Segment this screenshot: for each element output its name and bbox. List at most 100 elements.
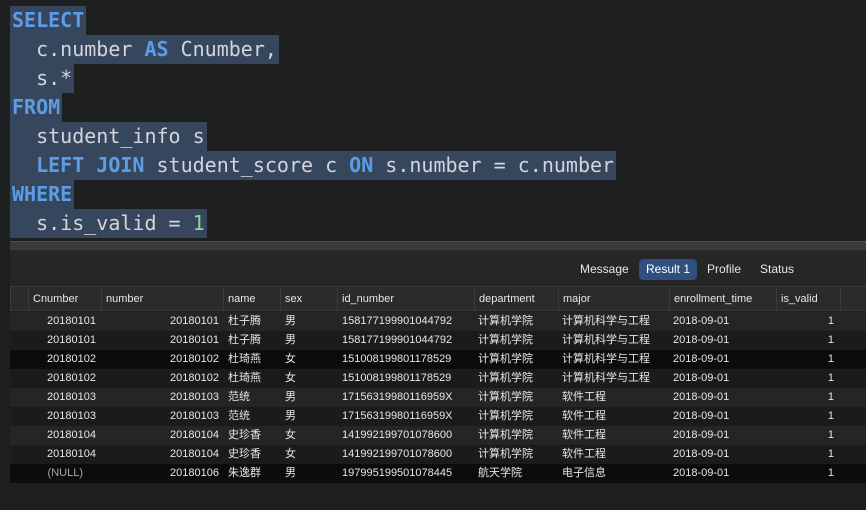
table-cell-number[interactable]: 20180102 — [101, 350, 223, 369]
column-header-major[interactable]: major — [558, 287, 669, 311]
table-cell-department[interactable]: 计算机学院 — [474, 331, 558, 350]
table-cell-department[interactable]: 计算机学院 — [474, 350, 558, 369]
table-cell-cnumber[interactable]: 20180104 — [28, 445, 101, 464]
table-cell-cnumber[interactable]: 20180104 — [28, 426, 101, 445]
table-cell-sex[interactable]: 男 — [280, 388, 337, 407]
table-cell-id-number[interactable]: 141992199701078600 — [337, 445, 474, 464]
table-cell-name[interactable]: 杜琦燕 — [223, 350, 280, 369]
table-cell-name[interactable]: 史珍香 — [223, 445, 280, 464]
table-cell-is-valid[interactable]: 1 — [776, 369, 840, 388]
table-cell-name[interactable]: 杜子腾 — [223, 331, 280, 350]
table-row[interactable]: 20180102 20180102 杜琦燕女 151008199801178529 计算… — [10, 350, 866, 369]
table-cell-sex[interactable]: 女 — [280, 445, 337, 464]
table-cell-number[interactable]: 20180106 — [101, 464, 223, 483]
code-line[interactable]: LEFT JOIN student_score c ON s.number = … — [10, 151, 617, 180]
table-cell-id-number[interactable]: 151008199801178529 — [337, 369, 474, 388]
table-cell-is-valid[interactable]: 1 — [776, 407, 840, 426]
column-header-enrollment-time[interactable]: enrollment_time — [669, 287, 776, 311]
table-cell-is-valid[interactable]: 1 — [776, 388, 840, 407]
table-cell-number[interactable]: 20180104 — [101, 426, 223, 445]
row-selector-header[interactable] — [10, 287, 28, 311]
column-header-name[interactable]: name — [223, 287, 280, 311]
code-line[interactable]: SELECT — [10, 6, 87, 35]
table-cell-name[interactable]: 杜琦燕 — [223, 369, 280, 388]
code-line[interactable]: c.number AS Cnumber, — [10, 35, 279, 64]
table-cell-name[interactable]: 范统 — [223, 388, 280, 407]
table-cell-id-number[interactable]: 151008199801178529 — [337, 350, 474, 369]
table-cell-enrollment-time[interactable]: 2018-09-01 — [669, 426, 776, 445]
table-row[interactable]: 20180101 20180101 杜子腾男 158177199901044792 计算… — [10, 312, 866, 331]
table-cell-cnumber[interactable]: 20180103 — [28, 388, 101, 407]
table-cell-sex[interactable]: 女 — [280, 369, 337, 388]
table-cell-id-number[interactable]: 17156319980116959X — [337, 388, 474, 407]
table-cell-department[interactable]: 计算机学院 — [474, 445, 558, 464]
table-cell-department[interactable]: 计算机学院 — [474, 407, 558, 426]
table-cell-enrollment-time[interactable]: 2018-09-01 — [669, 312, 776, 331]
table-cell-sex[interactable]: 女 — [280, 350, 337, 369]
table-cell-enrollment-time[interactable]: 2018-09-01 — [669, 388, 776, 407]
table-cell-number[interactable]: 20180104 — [101, 445, 223, 464]
table-cell-id-number[interactable]: 141992199701078600 — [337, 426, 474, 445]
table-cell-number[interactable]: 20180102 — [101, 369, 223, 388]
table-row[interactable]: 20180103 20180103 范统男 17156319980116959X 计算机… — [10, 407, 866, 426]
table-cell-id-number[interactable]: 17156319980116959X — [337, 407, 474, 426]
table-cell-number[interactable]: 20180103 — [101, 407, 223, 426]
table-cell-number[interactable]: 20180103 — [101, 388, 223, 407]
table-cell-cnumber[interactable]: 20180101 — [28, 312, 101, 331]
table-cell-enrollment-time[interactable]: 2018-09-01 — [669, 369, 776, 388]
table-cell-sex[interactable]: 男 — [280, 407, 337, 426]
table-cell-major[interactable]: 计算机科学与工程 — [558, 312, 669, 331]
table-cell-department[interactable]: 计算机学院 — [474, 369, 558, 388]
table-cell-name[interactable]: 朱逸群 — [223, 464, 280, 483]
tab-result-1[interactable]: Result 1 — [639, 259, 698, 280]
table-cell-name[interactable]: 杜子腾 — [223, 312, 280, 331]
table-cell-is-valid[interactable]: 1 — [776, 331, 840, 350]
table-cell-cnumber[interactable]: (NULL) — [28, 464, 101, 483]
result-grid[interactable]: Cnumber number name sex id_number depart… — [10, 286, 866, 510]
column-header-id-number[interactable]: id_number — [337, 287, 474, 311]
table-cell-name[interactable]: 范统 — [223, 407, 280, 426]
table-row[interactable]: 20180103 20180103 范统男 17156319980116959X 计算机… — [10, 388, 866, 407]
table-cell-department[interactable]: 航天学院 — [474, 464, 558, 483]
table-cell-is-valid[interactable]: 1 — [776, 464, 840, 483]
table-cell-major[interactable]: 计算机科学与工程 — [558, 350, 669, 369]
table-cell-cnumber[interactable]: 20180102 — [28, 369, 101, 388]
table-cell-sex[interactable]: 男 — [280, 331, 337, 350]
table-cell-name[interactable]: 史珍香 — [223, 426, 280, 445]
table-cell-sex[interactable]: 女 — [280, 426, 337, 445]
table-row[interactable]: 20180101 20180101 杜子腾男 158177199901044792 计算… — [10, 331, 866, 350]
code-line[interactable]: FROM — [10, 93, 63, 122]
table-cell-major[interactable]: 电子信息 — [558, 464, 669, 483]
table-cell-enrollment-time[interactable]: 2018-09-01 — [669, 445, 776, 464]
column-header-cnumber[interactable]: Cnumber — [28, 287, 101, 311]
table-cell-sex[interactable]: 男 — [280, 464, 337, 483]
table-cell-enrollment-time[interactable]: 2018-09-01 — [669, 464, 776, 483]
table-cell-cnumber[interactable]: 20180101 — [28, 331, 101, 350]
column-header-is-valid[interactable]: is_valid — [776, 287, 840, 311]
pane-splitter[interactable] — [10, 241, 866, 251]
table-cell-enrollment-time[interactable]: 2018-09-01 — [669, 350, 776, 369]
table-cell-id-number[interactable]: 197995199501078445 — [337, 464, 474, 483]
table-cell-department[interactable]: 计算机学院 — [474, 426, 558, 445]
table-cell-major[interactable]: 计算机科学与工程 — [558, 331, 669, 350]
table-cell-number[interactable]: 20180101 — [101, 331, 223, 350]
table-row[interactable]: 20180102 20180102 杜琦燕女 151008199801178529 计算… — [10, 369, 866, 388]
table-cell-major[interactable]: 软件工程 — [558, 426, 669, 445]
table-cell-id-number[interactable]: 158177199901044792 — [337, 331, 474, 350]
table-cell-id-number[interactable]: 158177199901044792 — [337, 312, 474, 331]
column-header-department[interactable]: department — [474, 287, 558, 311]
table-cell-is-valid[interactable]: 1 — [776, 426, 840, 445]
table-cell-cnumber[interactable]: 20180103 — [28, 407, 101, 426]
table-cell-is-valid[interactable]: 1 — [776, 445, 840, 464]
table-cell-enrollment-time[interactable]: 2018-09-01 — [669, 331, 776, 350]
table-cell-enrollment-time[interactable]: 2018-09-01 — [669, 407, 776, 426]
table-cell-major[interactable]: 软件工程 — [558, 407, 669, 426]
table-cell-cnumber[interactable]: 20180102 — [28, 350, 101, 369]
table-cell-major[interactable]: 软件工程 — [558, 445, 669, 464]
tab-profile[interactable]: Profile — [700, 259, 748, 280]
table-cell-is-valid[interactable]: 1 — [776, 350, 840, 369]
table-row[interactable]: (NULL) 20180106 朱逸群男 197995199501078445 航天学院… — [10, 464, 866, 483]
table-cell-department[interactable]: 计算机学院 — [474, 388, 558, 407]
table-cell-department[interactable]: 计算机学院 — [474, 312, 558, 331]
tab-status[interactable]: Status — [753, 259, 801, 280]
